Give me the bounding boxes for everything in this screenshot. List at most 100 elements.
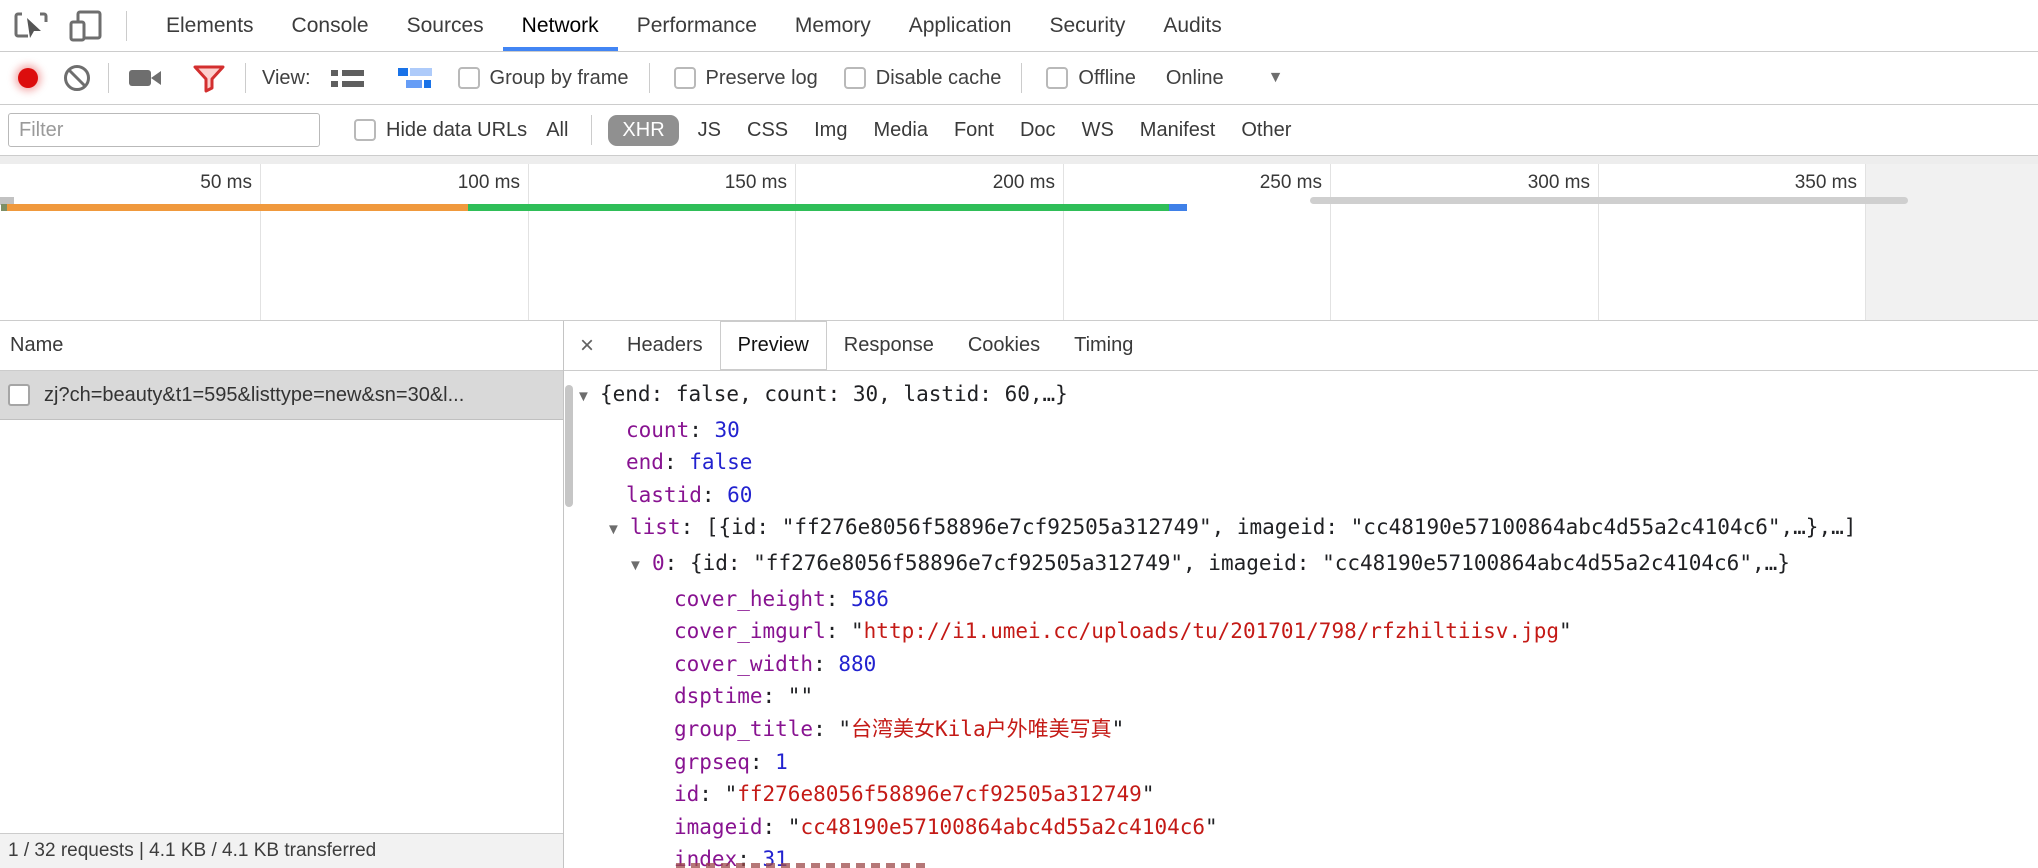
json-plain: : — [826, 587, 851, 611]
filter-type-xhr[interactable]: XHR — [608, 115, 678, 146]
timeline-gridline — [1330, 164, 1331, 320]
tab-memory[interactable]: Memory — [776, 0, 890, 51]
tab-network[interactable]: Network — [503, 0, 618, 51]
timeline-tick-label: 350 ms — [1707, 172, 1857, 194]
timeline-tick-label: 150 ms — [637, 172, 787, 194]
filter-type-img[interactable]: Img — [814, 119, 847, 142]
expand-arrow-icon[interactable]: ▼ — [606, 514, 630, 547]
capture-screenshots-icon[interactable] — [125, 64, 167, 92]
offline-checkbox[interactable] — [1046, 67, 1068, 89]
disable-cache-checkbox[interactable] — [844, 67, 866, 89]
view-list-icon[interactable] — [331, 70, 364, 87]
group-by-frame-checkbox[interactable] — [458, 67, 480, 89]
tab-security[interactable]: Security — [1030, 0, 1144, 51]
preserve-log-label[interactable]: Preserve log — [706, 67, 818, 90]
tab-sources[interactable]: Sources — [388, 0, 503, 51]
timeline-tick-label: 300 ms — [1440, 172, 1590, 194]
requests-panel: Name zj?ch=beauty&t1=595&listtype=new&sn… — [0, 321, 564, 868]
offline-label[interactable]: Offline — [1078, 67, 1135, 90]
network-toolbar: View: Group by frame Preserve log Disabl… — [0, 52, 2038, 105]
tree-line: dsptime: "" — [564, 680, 2038, 713]
json-plain: {end: false, count: 30, lastid: 60,…} — [600, 382, 1068, 406]
tab-application[interactable]: Application — [890, 0, 1031, 51]
filter-type-ws[interactable]: WS — [1082, 119, 1114, 142]
filter-type-js[interactable]: JS — [698, 119, 721, 142]
tab-elements[interactable]: Elements — [147, 0, 273, 51]
devtools-tabbar: ElementsConsoleSourcesNetworkPerformance… — [0, 0, 2038, 52]
request-checkbox[interactable] — [8, 384, 30, 406]
json-number: 30 — [715, 418, 740, 442]
filter-type-manifest[interactable]: Manifest — [1140, 119, 1216, 142]
detail-tab-cookies[interactable]: Cookies — [951, 321, 1057, 370]
json-key: grpseq — [674, 750, 750, 774]
detail-tab-response[interactable]: Response — [827, 321, 951, 370]
tab-performance[interactable]: Performance — [618, 0, 776, 51]
json-key: group_title — [674, 717, 813, 741]
request-details-panel: × HeadersPreviewResponseCookiesTiming ▼{… — [564, 321, 2038, 868]
tree-line: cover_width: 880 — [564, 648, 2038, 681]
close-icon[interactable]: × — [580, 332, 594, 360]
detail-tab-preview[interactable]: Preview — [720, 321, 827, 370]
json-string: http://i1.umei.cc/uploads/tu/201701/798/… — [864, 619, 1559, 643]
tree-line: lastid: 60 — [564, 479, 2038, 512]
filter-type-doc[interactable]: Doc — [1020, 119, 1056, 142]
inspect-element-icon[interactable] — [10, 6, 56, 46]
tab-console[interactable]: Console — [273, 0, 388, 51]
overview-scroll-thumb[interactable] — [1310, 197, 1908, 204]
expand-arrow-icon[interactable]: ▼ — [628, 550, 652, 583]
json-key: end — [626, 450, 664, 474]
requests-summary-bar: 1 / 32 requests | 4.1 KB / 4.1 KB transf… — [0, 833, 563, 868]
json-key: cover_width — [674, 652, 813, 676]
json-key: imageid — [674, 815, 763, 839]
tab-audits[interactable]: Audits — [1144, 0, 1240, 51]
preserve-log-checkbox[interactable] — [674, 67, 696, 89]
scrollbar-thumb[interactable] — [565, 385, 573, 507]
request-name: zj?ch=beauty&t1=595&listtype=new&sn=30&l… — [44, 384, 464, 407]
clear-icon[interactable] — [62, 63, 92, 93]
overview-unrecorded-shade — [1865, 164, 2038, 320]
json-string: ff276e8056f58896e7cf92505a312749 — [737, 782, 1142, 806]
record-button[interactable] — [18, 68, 38, 88]
json-plain: : "" — [763, 684, 814, 708]
json-plain: : — [702, 483, 727, 507]
details-tabbar: × HeadersPreviewResponseCookiesTiming — [564, 321, 2038, 371]
preview-json-tree: ▼{end: false, count: 30, lastid: 60,…}co… — [564, 371, 2038, 868]
name-column-header[interactable]: Name — [0, 321, 563, 371]
waterfall-green — [468, 204, 1169, 211]
view-label: View: — [262, 67, 311, 90]
request-row[interactable]: zj?ch=beauty&t1=595&listtype=new&sn=30&l… — [0, 371, 563, 420]
throttling-select[interactable]: Online — [1166, 67, 1224, 90]
hide-data-urls-checkbox[interactable] — [354, 119, 376, 141]
json-plain: : " — [826, 619, 864, 643]
divider — [649, 63, 650, 93]
divider — [245, 63, 246, 93]
detail-tab-timing[interactable]: Timing — [1057, 321, 1150, 370]
filter-icon[interactable] — [189, 61, 229, 95]
json-key: cover_imgurl — [674, 619, 826, 643]
view-waterfall-icon[interactable] — [398, 68, 432, 88]
overview-top-strip — [0, 156, 2038, 164]
filter-type-other[interactable]: Other — [1241, 119, 1291, 142]
timeline-gridline — [528, 164, 529, 320]
tree-line: group_title: "台湾美女Kila户外唯美写真" — [564, 713, 2038, 746]
filter-type-font[interactable]: Font — [954, 119, 994, 142]
tree-line: imageid: "cc48190e57100864abc4d55a2c4104… — [564, 811, 2038, 844]
filter-type-all[interactable]: All — [546, 119, 568, 142]
disable-cache-label[interactable]: Disable cache — [876, 67, 1002, 90]
timeline-gridline — [1865, 164, 1866, 320]
json-plain: " — [1559, 619, 1572, 643]
divider — [126, 11, 127, 41]
expand-arrow-icon[interactable]: ▼ — [576, 381, 600, 414]
filter-type-css[interactable]: CSS — [747, 119, 788, 142]
device-toolbar-icon[interactable] — [64, 6, 110, 46]
json-number: 880 — [838, 652, 876, 676]
filter-input[interactable] — [8, 113, 320, 147]
tree-line: ▼{end: false, count: 30, lastid: 60,…} — [564, 378, 2038, 414]
chevron-down-icon[interactable]: ▼ — [1268, 69, 1284, 87]
group-by-frame-label[interactable]: Group by frame — [490, 67, 629, 90]
detail-tab-headers[interactable]: Headers — [610, 321, 720, 370]
filter-type-media[interactable]: Media — [873, 119, 927, 142]
hide-data-urls-label[interactable]: Hide data URLs — [386, 119, 527, 142]
timeline-gridline — [795, 164, 796, 320]
json-key: list — [630, 515, 681, 539]
